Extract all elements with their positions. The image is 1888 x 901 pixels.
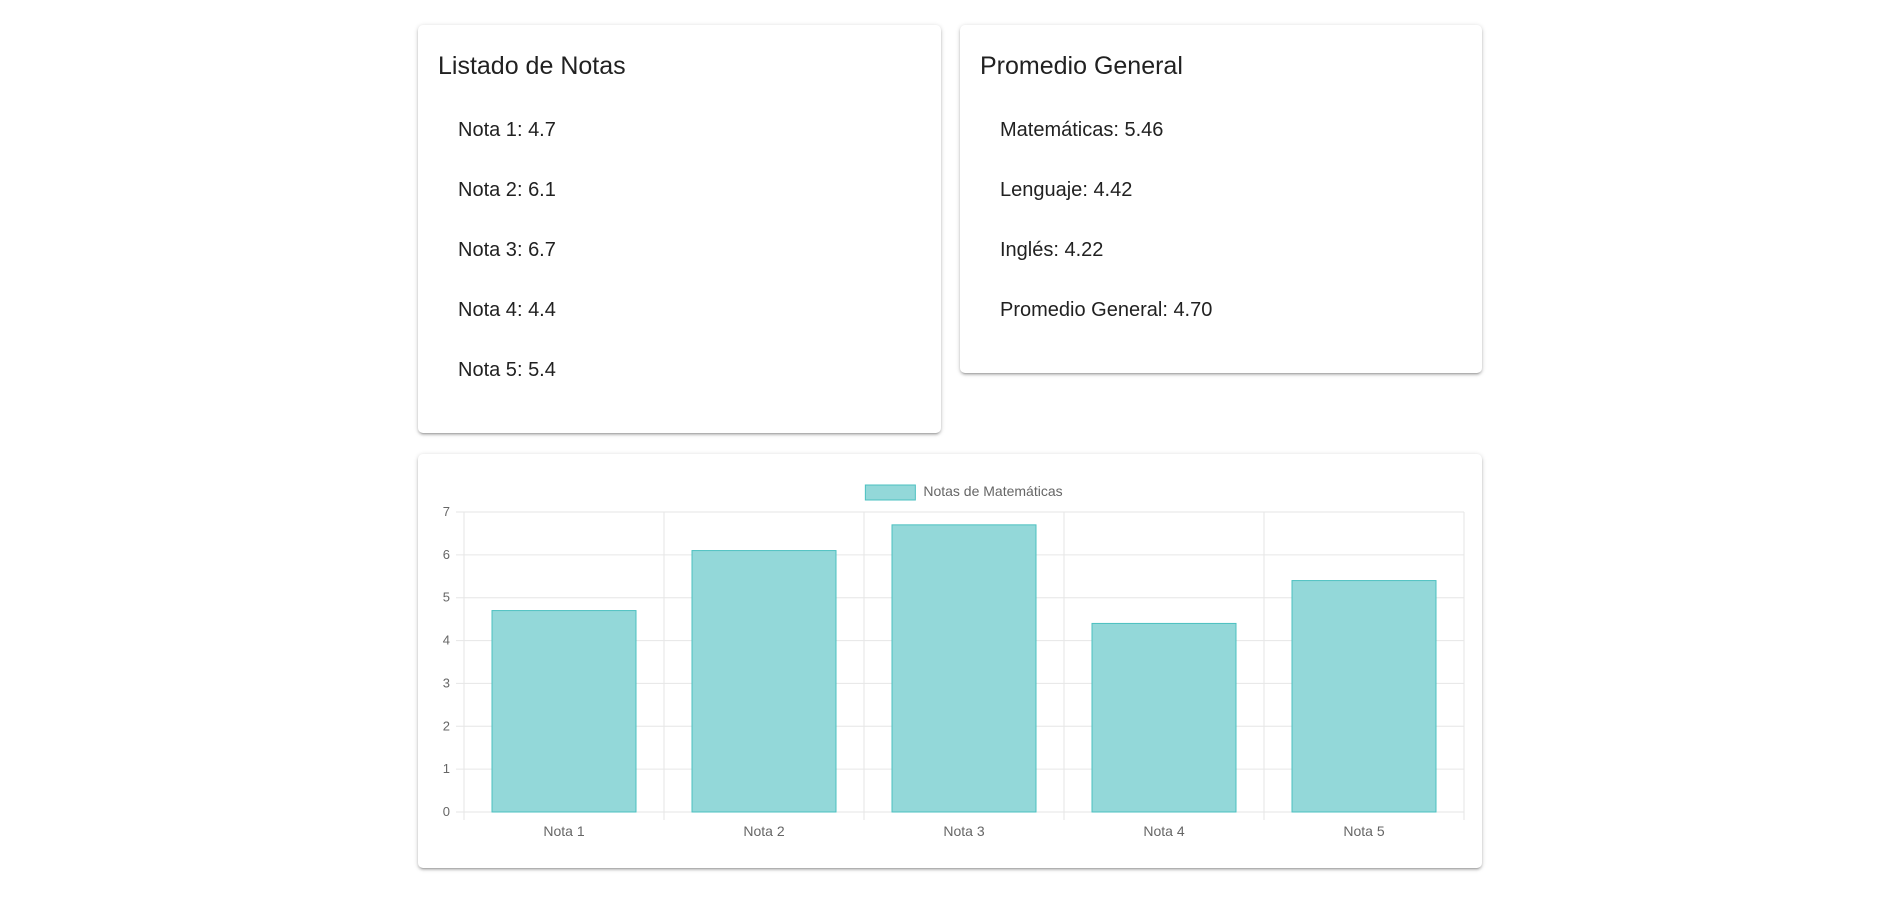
list-item: Nota 3: 6.7 <box>458 239 556 261</box>
y-tick-label: 7 <box>443 504 450 519</box>
legend-swatch <box>864 484 916 501</box>
x-tick-label: Nota 5 <box>1343 823 1384 839</box>
list-item: Nota 2: 6.1 <box>458 179 556 201</box>
chart-card: 0 1 2 3 4 5 6 7 Nota 1 Nota 2 Nota 3 Nota 4 Nota 5 No… <box>418 454 1482 868</box>
promedio-card: Promedio General Matemáticas: 5.46 Lengu… <box>960 25 1482 373</box>
list-item: Nota 1: 4.7 <box>458 119 556 141</box>
notas-card-title: Listado de Notas <box>438 52 626 80</box>
y-tick-label: 2 <box>443 718 450 733</box>
x-tick-label: Nota 1 <box>543 823 584 839</box>
bar <box>891 524 1037 813</box>
y-tick-label: 6 <box>443 547 450 562</box>
y-tick-label: 5 <box>443 590 450 605</box>
bar <box>691 550 837 813</box>
legend-label: Notas de Matemáticas <box>923 483 1062 499</box>
y-tick-label: 4 <box>443 633 450 648</box>
notas-list: Nota 1: 4.7 Nota 2: 6.1 Nota 3: 6.7 Nota… <box>458 118 556 418</box>
y-tick-label: 3 <box>443 675 450 690</box>
list-item: Nota 4: 4.4 <box>458 299 556 321</box>
y-tick-label: 1 <box>443 761 450 776</box>
bar <box>491 610 637 813</box>
promedio-card-title: Promedio General <box>980 52 1183 80</box>
list-item: Promedio General: 4.70 <box>1000 299 1213 321</box>
bar <box>1291 580 1437 813</box>
x-tick-label: Nota 4 <box>1143 823 1184 839</box>
list-item: Inglés: 4.22 <box>1000 239 1104 261</box>
promedio-list: Matemáticas: 5.46 Lenguaje: 4.42 Inglés:… <box>1000 118 1212 358</box>
x-tick-label: Nota 2 <box>743 823 784 839</box>
x-tick-label: Nota 3 <box>943 823 984 839</box>
list-item: Matemáticas: 5.46 <box>1000 119 1164 141</box>
bar <box>1091 622 1237 813</box>
notas-card: Listado de Notas Nota 1: 4.7 Nota 2: 6.1… <box>418 25 941 433</box>
y-tick-label: 0 <box>443 804 450 819</box>
bar-chart: 0 1 2 3 4 5 6 7 Nota 1 Nota 2 Nota 3 Nota 4 Nota 5 No… <box>443 483 1465 839</box>
list-item: Lenguaje: 4.42 <box>1000 179 1133 201</box>
list-item: Nota 5: 5.4 <box>458 359 556 381</box>
